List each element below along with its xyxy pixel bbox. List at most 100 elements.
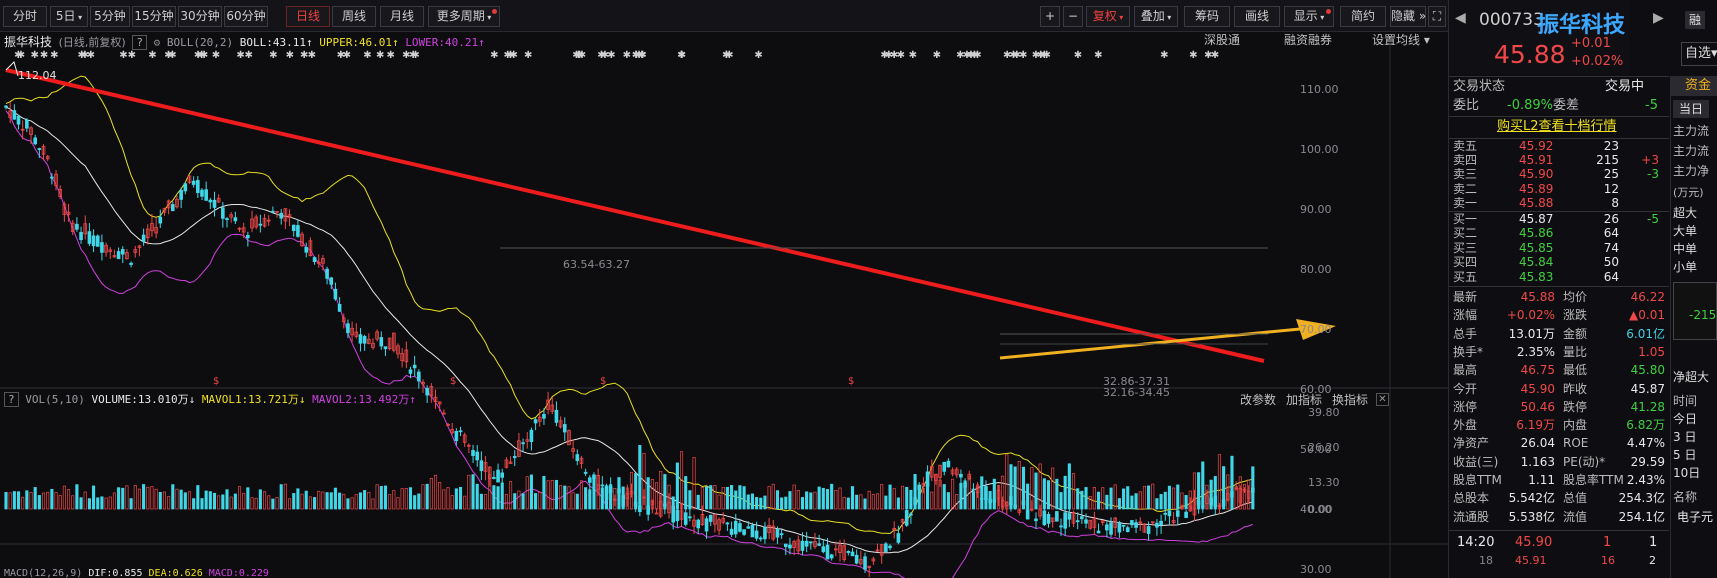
volume-bar bbox=[208, 491, 212, 510]
period-5day-button[interactable]: 5日 ▾ bbox=[50, 6, 88, 27]
trade-status-label: 交易状态 bbox=[1453, 79, 1506, 94]
volume-bar bbox=[392, 490, 396, 510]
prev-stock-icon[interactable]: ◀ bbox=[1455, 10, 1466, 26]
volume-bar bbox=[367, 491, 371, 510]
rong-badge[interactable]: 融 bbox=[1685, 11, 1705, 29]
next-stock-icon[interactable]: ▶ bbox=[1653, 10, 1664, 26]
fullscreen-icon[interactable]: ⛶ bbox=[1428, 6, 1446, 27]
volume-bar bbox=[150, 486, 154, 510]
event-marker: ✱ bbox=[194, 50, 202, 61]
high-price-marker: 112.04 bbox=[18, 69, 57, 82]
display-button[interactable]: 显示 ▾ bbox=[1284, 6, 1334, 27]
period-daily-button[interactable]: 日线 bbox=[286, 6, 330, 27]
candle-body bbox=[1042, 510, 1047, 526]
candle-body bbox=[909, 513, 913, 516]
volume-bar bbox=[646, 477, 650, 510]
volume-bar bbox=[233, 493, 237, 510]
event-marker: ✱ bbox=[386, 50, 394, 61]
event-marker: ✱ bbox=[623, 50, 631, 61]
volume-bar bbox=[1109, 487, 1113, 510]
candle-body bbox=[1034, 518, 1038, 522]
volume-bar bbox=[50, 488, 54, 510]
volume-bar bbox=[1076, 488, 1080, 510]
event-marker: ✱ bbox=[933, 50, 941, 61]
volume-bar bbox=[784, 496, 788, 510]
ask-change: +3 bbox=[1641, 153, 1659, 168]
zoom-out-button[interactable]: − bbox=[1063, 6, 1083, 27]
event-marker: ✱ bbox=[574, 50, 582, 61]
volume-bar bbox=[371, 498, 375, 510]
candle-body bbox=[1121, 524, 1126, 527]
today-tab[interactable]: 当日 bbox=[1673, 100, 1709, 118]
divider bbox=[1449, 138, 1669, 139]
vol-indicator-name[interactable]: VOL(5,10) bbox=[25, 393, 85, 406]
candle-body bbox=[850, 551, 855, 557]
candle-body bbox=[471, 450, 475, 457]
ask-label: 卖二 bbox=[1453, 181, 1478, 196]
chevron-down-icon: ▾ bbox=[75, 13, 83, 22]
stat-label: 内盘 bbox=[1563, 418, 1588, 433]
candle-body bbox=[183, 183, 188, 192]
draw-line-button[interactable]: 画线 bbox=[1234, 6, 1280, 27]
candle-body bbox=[804, 540, 809, 547]
zoom-in-button[interactable]: + bbox=[1040, 6, 1060, 27]
candle-body bbox=[1075, 520, 1080, 523]
period-5min-button[interactable]: 5分钟 bbox=[90, 6, 130, 27]
add-indicator-link[interactable]: 加指标 bbox=[1286, 391, 1322, 408]
volume-bar bbox=[250, 497, 254, 510]
stock-name: 振华科技 bbox=[1537, 13, 1626, 38]
mavol1-value: MAVOL1:13.721万 bbox=[201, 393, 299, 406]
stat-label: 涨停 bbox=[1453, 399, 1478, 414]
volume-bar bbox=[1130, 495, 1134, 510]
period-weekly-button[interactable]: 周线 bbox=[332, 6, 376, 27]
candle-body bbox=[496, 469, 500, 483]
candle-body bbox=[1167, 510, 1172, 517]
close-icon[interactable]: ✕ bbox=[1376, 393, 1389, 406]
dea-value: DEA:0.626 bbox=[148, 568, 203, 578]
bid-label: 买五 bbox=[1453, 269, 1478, 284]
more-periods-button[interactable]: 更多周期 ▾ bbox=[428, 6, 500, 27]
change-params-link[interactable]: 改参数 bbox=[1240, 391, 1276, 408]
volume-bar bbox=[1067, 463, 1071, 510]
volume-bar bbox=[383, 485, 388, 510]
ask-label: 卖一 bbox=[1453, 195, 1478, 210]
switch-indicator-link[interactable]: 换指标 bbox=[1332, 391, 1368, 408]
help-icon[interactable]: ? bbox=[4, 392, 19, 407]
stat-value: 2.43% bbox=[1626, 473, 1665, 487]
divider bbox=[1449, 116, 1669, 117]
volume-bar bbox=[8, 492, 12, 510]
chips-button[interactable]: 筹码 bbox=[1184, 6, 1230, 27]
period-15min-button[interactable]: 15分钟 bbox=[132, 6, 176, 27]
tick-time: 18 bbox=[1479, 554, 1493, 567]
period-60min-button[interactable]: 60分钟 bbox=[224, 6, 268, 27]
period-monthly-button[interactable]: 月线 bbox=[380, 6, 424, 27]
candle-body bbox=[492, 477, 496, 479]
hide-button[interactable]: 隐藏 » bbox=[1390, 6, 1426, 27]
volume-bar bbox=[892, 488, 896, 510]
volume-bar bbox=[584, 487, 588, 510]
volume-bar bbox=[41, 492, 46, 510]
stat-label: 金额 bbox=[1563, 326, 1588, 341]
add-watchlist-button[interactable]: 自选▾ bbox=[1681, 42, 1717, 66]
quote-table: 交易状态 交易中 委比 -0.89% 委差 -5 购买L2查看十档行情 卖五 45.92 23 卖四… bbox=[1449, 76, 1669, 578]
simple-mode-button[interactable]: 简约 bbox=[1340, 6, 1386, 27]
volume-bar bbox=[121, 487, 125, 510]
volume-bar bbox=[29, 491, 33, 510]
period-fenshi-button[interactable]: 分时 bbox=[3, 6, 47, 27]
stat-value: 45.80 bbox=[1630, 363, 1665, 378]
bid-volume: 64 bbox=[1603, 269, 1619, 284]
overlay-button[interactable]: 叠加 ▾ bbox=[1134, 6, 1178, 27]
volume-bar bbox=[917, 486, 921, 510]
fund-tab[interactable]: 资金 bbox=[1671, 76, 1717, 96]
volume-bar bbox=[421, 484, 425, 510]
volume-bar bbox=[46, 491, 50, 510]
stat-value: 13.01万 bbox=[1508, 326, 1555, 341]
weibi-value: -0.89% bbox=[1507, 98, 1553, 113]
candle-body bbox=[704, 518, 709, 532]
period-30min-button[interactable]: 30分钟 bbox=[178, 6, 222, 27]
rights-adjust-button[interactable]: 复权 ▾ bbox=[1086, 6, 1130, 27]
stat-label: 最新 bbox=[1453, 290, 1478, 304]
kline-chart[interactable]: ✱✱✱✱ ✱✱✱ ✱✱✱✱ ✱✱✱ ✱✱ ✱✱✱✱ ✱✱✱ ✱ ✱✱ ✱ ✱✱ ✱ ✱ ✱✱ ✱ ✱ ✱✱ ✱✱ ✱… bbox=[0, 32, 1448, 578]
buy-l2-link[interactable]: 购买L2查看十档行情 bbox=[1497, 118, 1617, 136]
macd-indicator-name[interactable]: MACD(12,26,9) bbox=[4, 568, 82, 578]
